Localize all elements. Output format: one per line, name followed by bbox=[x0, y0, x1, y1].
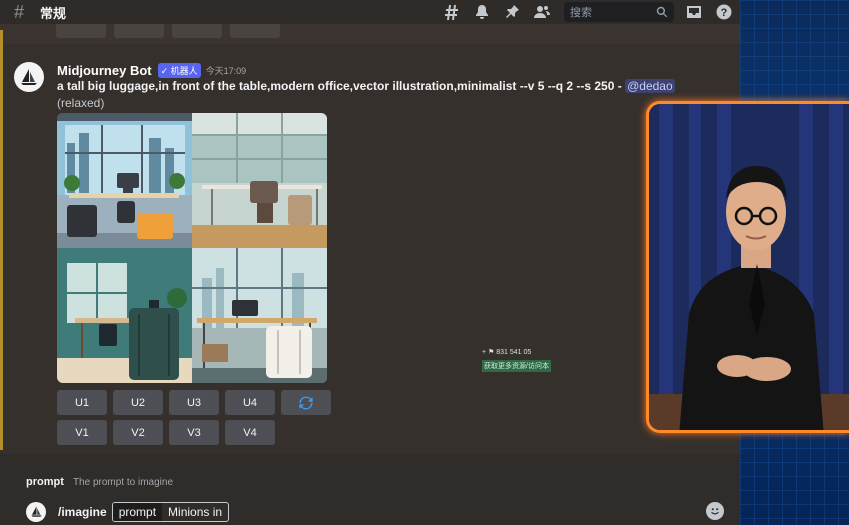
unread-indicator-bar bbox=[0, 30, 3, 450]
hashtag-icon: # bbox=[14, 1, 25, 22]
generated-image-4[interactable] bbox=[192, 248, 327, 383]
bot-avatar[interactable] bbox=[14, 62, 44, 92]
overlay-caption: 获取更多资源/访问本 bbox=[482, 360, 551, 372]
option-value[interactable]: Minions in bbox=[162, 505, 228, 519]
message-timestamp: 今天17:09 bbox=[205, 66, 247, 76]
search-icon bbox=[656, 6, 668, 18]
pin-icon[interactable] bbox=[502, 2, 522, 22]
prev-button[interactable] bbox=[230, 24, 280, 38]
channel-header: # 常规 搜索 ? bbox=[0, 0, 740, 24]
prev-button[interactable] bbox=[56, 24, 106, 38]
generated-image-3[interactable] bbox=[57, 248, 192, 383]
user-mention[interactable]: @dedao bbox=[625, 79, 675, 93]
reroll-button[interactable] bbox=[281, 390, 331, 415]
upscale-button-3[interactable]: U3 bbox=[169, 390, 219, 415]
variation-button-row: V1 V2 V3 V4 bbox=[57, 420, 275, 445]
variation-button-4[interactable]: V4 bbox=[225, 420, 275, 445]
command-app-avatar bbox=[26, 501, 46, 522]
help-icon[interactable]: ? bbox=[714, 2, 734, 22]
prompt-text: a tall big luggage,in front of the table… bbox=[57, 79, 622, 93]
search-placeholder: 搜索 bbox=[570, 7, 592, 19]
message-input[interactable]: /imagine prompt Minions in bbox=[14, 498, 732, 525]
overlay-stats-line: + ⚑ 831 541 05 bbox=[482, 349, 532, 356]
variation-button-3[interactable]: V3 bbox=[169, 420, 219, 445]
author-name[interactable]: Midjourney Bot bbox=[57, 63, 152, 78]
message-header: Midjourney Bot ✓ 机器人 今天17:09 bbox=[57, 63, 246, 78]
presenter-figure bbox=[649, 104, 849, 430]
generated-image-1[interactable] bbox=[57, 113, 192, 248]
hint-option-name: prompt bbox=[26, 476, 64, 488]
upscale-button-2[interactable]: U2 bbox=[113, 390, 163, 415]
generation-mode: (relaxed) bbox=[57, 96, 105, 110]
emoji-button[interactable] bbox=[706, 502, 724, 520]
upscale-button-row: U1 U2 U3 U4 bbox=[57, 390, 331, 415]
upscale-button-4[interactable]: U4 bbox=[225, 390, 275, 415]
presenter-video bbox=[646, 101, 849, 433]
smiley-icon bbox=[711, 508, 719, 515]
hint-option-description: The prompt to imagine bbox=[72, 477, 174, 488]
refresh-icon bbox=[299, 396, 313, 409]
variation-button-1[interactable]: V1 bbox=[57, 420, 107, 445]
search-input[interactable]: 搜索 bbox=[564, 2, 674, 22]
prev-button[interactable] bbox=[114, 24, 164, 38]
previous-message-buttons bbox=[56, 24, 280, 38]
discord-window: # 常规 搜索 ? Midjourney Bot ✓ 机器人 今天17:09 a… bbox=[0, 0, 740, 525]
channel-name: 常规 bbox=[40, 5, 67, 21]
option-name: prompt bbox=[112, 502, 163, 521]
bot-badge: ✓ 机器人 bbox=[157, 63, 201, 78]
bell-icon[interactable] bbox=[472, 2, 492, 22]
prev-button[interactable] bbox=[172, 24, 222, 38]
variation-button-2[interactable]: V2 bbox=[113, 420, 163, 445]
message-content: a tall big luggage,in front of the table… bbox=[57, 79, 675, 93]
prompt-option-field[interactable]: prompt Minions in bbox=[111, 501, 230, 522]
image-grid[interactable] bbox=[57, 113, 327, 383]
svg-text:?: ? bbox=[721, 7, 728, 19]
video-overlay-stats: + ⚑ 831 541 05 获取更多资源/访问本 bbox=[482, 348, 551, 372]
members-icon[interactable] bbox=[532, 2, 552, 22]
upscale-button-1[interactable]: U1 bbox=[57, 390, 107, 415]
slash-command: /imagine bbox=[58, 504, 107, 519]
sailboat-icon bbox=[21, 69, 37, 85]
sailboat-icon bbox=[30, 506, 42, 517]
generated-image-2[interactable] bbox=[192, 113, 327, 248]
threads-icon[interactable] bbox=[442, 2, 462, 22]
inbox-icon[interactable] bbox=[684, 2, 704, 22]
command-option-hint: prompt The prompt to imagine bbox=[26, 476, 173, 488]
header-toolbar: 搜索 ? bbox=[432, 0, 740, 24]
